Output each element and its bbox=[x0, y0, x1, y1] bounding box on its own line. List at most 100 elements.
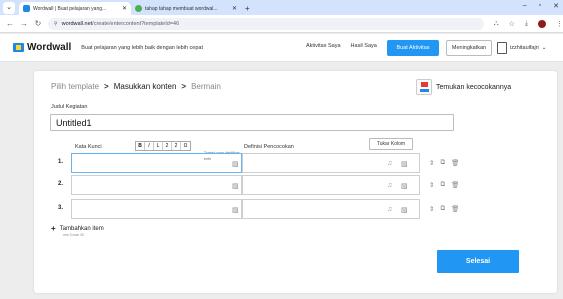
add-image-icon[interactable]: ▨ bbox=[401, 206, 408, 214]
minimize-icon[interactable]: – bbox=[523, 2, 527, 10]
tab-title: Wordwall | Buat pelajaran yang... bbox=[33, 5, 107, 12]
my-activities-link[interactable]: Aktivitas Saya bbox=[306, 43, 341, 49]
wordwall-logo-icon bbox=[13, 43, 24, 52]
duplicate-icon[interactable]: ⧉ bbox=[440, 205, 445, 213]
mic-icon[interactable]: ♫ bbox=[387, 160, 392, 167]
breadcrumb: Pilih template > Masukkan konten > Berma… bbox=[51, 82, 221, 91]
plus-icon: + bbox=[51, 224, 56, 233]
activity-title-input[interactable] bbox=[50, 114, 454, 131]
bold-button[interactable]: B bbox=[136, 142, 145, 150]
close-window-icon[interactable]: ✕ bbox=[553, 2, 559, 10]
keyword-column-header: Kata Kunci bbox=[75, 144, 102, 150]
my-results-link[interactable]: Hasil Saya bbox=[351, 43, 377, 49]
trash-icon[interactable]: 🗑 bbox=[451, 205, 459, 213]
back-icon[interactable]: ← bbox=[6, 19, 14, 28]
create-activity-button[interactable]: Buat Aktivitas bbox=[387, 40, 439, 56]
formatting-toolbar: B I L 2 2 Ω bbox=[135, 141, 191, 151]
special-characters-button[interactable]: Ω bbox=[181, 142, 190, 150]
template-indicator[interactable]: Temukan kecocokannya bbox=[416, 79, 511, 95]
translate-icon[interactable]: ⛬ bbox=[494, 20, 499, 28]
keyword-input[interactable]: ▨ bbox=[71, 199, 242, 219]
chevron-down-icon: ⌄ bbox=[541, 45, 547, 51]
list-item: 2. ▨ ♫ ▨ ⇕ ⧉ 🗑 bbox=[51, 175, 471, 196]
user-name: izzhitaulfajri bbox=[510, 45, 539, 51]
duplicate-icon[interactable]: ⧉ bbox=[440, 159, 445, 167]
header-tagline: Buat pelajaran yang lebih baik dengan le… bbox=[81, 44, 203, 51]
definition-input[interactable]: ♫ ▨ bbox=[242, 175, 420, 195]
reorder-icon[interactable]: ⇕ bbox=[429, 205, 434, 213]
row-number: 1. bbox=[58, 159, 64, 165]
match-up-template-icon bbox=[416, 79, 432, 95]
add-image-icon[interactable]: ▨ bbox=[401, 160, 408, 168]
add-image-icon[interactable]: ▨ bbox=[232, 182, 239, 190]
mic-icon[interactable]: ♫ bbox=[387, 206, 392, 213]
profile-avatar[interactable] bbox=[538, 19, 546, 28]
logo-text: Wordwall bbox=[27, 42, 72, 53]
duplicate-icon[interactable]: ⧉ bbox=[440, 181, 445, 189]
add-image-icon[interactable]: ▨ bbox=[232, 160, 239, 168]
wordwall-logo[interactable]: Wordwall bbox=[13, 42, 71, 53]
wordwall-favicon-icon bbox=[23, 5, 30, 12]
add-image-icon[interactable]: ▨ bbox=[232, 206, 239, 214]
add-image-icon[interactable]: ▨ bbox=[401, 182, 408, 190]
step-play: Bermain bbox=[191, 82, 221, 91]
list-item: 3. ▨ ♫ ▨ ⇕ ⧉ 🗑 bbox=[51, 199, 471, 220]
keyword-placeholder: entri bbox=[204, 157, 211, 161]
trash-icon[interactable]: 🗑 bbox=[451, 181, 459, 189]
row-number: 3. bbox=[58, 205, 64, 211]
done-button[interactable]: Selesai bbox=[437, 250, 519, 273]
trash-icon[interactable]: 🗑 bbox=[451, 159, 459, 167]
upgrade-button[interactable]: Meningkatkan bbox=[446, 40, 492, 56]
reorder-icon[interactable]: ⇕ bbox=[429, 181, 434, 189]
keyword-input[interactable]: entri ▨ bbox=[71, 153, 242, 173]
item-limit-hint: min 3 max 30 bbox=[63, 233, 85, 237]
content-editor-card: Pilih template > Masukkan konten > Berma… bbox=[34, 71, 557, 293]
toolbar-actions: ⛬ ☆ ⤓ ⋮ bbox=[494, 19, 563, 28]
new-tab-button[interactable]: + bbox=[245, 4, 250, 13]
add-item-label: Tambahkan item bbox=[59, 225, 104, 232]
add-item-button[interactable]: + Tambahkan item bbox=[51, 224, 104, 233]
row-actions: ⇕ ⧉ 🗑 bbox=[429, 205, 459, 213]
chevron-right-icon: > bbox=[181, 82, 187, 91]
tab-close-icon[interactable]: ✕ bbox=[122, 5, 127, 12]
list-item: 1. entri ▨ ♫ ▨ ⇕ ⧉ 🗑 bbox=[51, 153, 471, 174]
tab-search-icon[interactable]: ⌄ bbox=[3, 2, 15, 14]
browser-tab-strip: ⌄ Wordwall | Buat pelajaran yang... ✕ ta… bbox=[0, 0, 563, 15]
maximize-icon[interactable]: ▫ bbox=[539, 2, 541, 10]
subscript-button[interactable]: L bbox=[154, 142, 163, 150]
bookmark-star-icon[interactable]: ☆ bbox=[509, 20, 515, 28]
tab-title: tahap tahap membuat wordwal... bbox=[145, 5, 218, 12]
user-menu[interactable]: izzhitaulfajri ⌄ bbox=[497, 40, 557, 56]
browser-tab-search[interactable]: tahap tahap membuat wordwal... ✕ bbox=[131, 2, 241, 15]
url-domain: wordwall.net bbox=[61, 20, 93, 27]
browser-tab-wordwall[interactable]: Wordwall | Buat pelajaran yang... ✕ bbox=[19, 2, 131, 15]
user-avatar-icon bbox=[497, 42, 507, 54]
italic-button[interactable]: I bbox=[145, 142, 154, 150]
reload-icon[interactable]: ↻ bbox=[34, 19, 42, 28]
definition-input[interactable]: ♫ ▨ bbox=[242, 153, 420, 173]
browser-toolbar: ← → ↻ ⚲ wordwall.net /create/enterconten… bbox=[0, 15, 563, 33]
template-name: Temukan kecocokannya bbox=[436, 83, 512, 91]
window-controls: – ▫ ✕ bbox=[523, 2, 559, 10]
tab-close-icon[interactable]: ✕ bbox=[232, 5, 237, 12]
address-bar[interactable]: ⚲ wordwall.net /create/entercontent?temp… bbox=[47, 17, 484, 30]
superscript-alt-button[interactable]: 2 bbox=[172, 142, 181, 150]
swap-columns-button[interactable]: Tukar Kolom bbox=[369, 138, 413, 150]
download-icon[interactable]: ⤓ bbox=[525, 20, 528, 28]
keyword-input[interactable]: ▨ bbox=[71, 175, 242, 195]
row-actions: ⇕ ⧉ 🗑 bbox=[429, 159, 459, 167]
step-choose-template[interactable]: Pilih template bbox=[51, 82, 99, 91]
definition-input[interactable]: ♫ ▨ bbox=[242, 199, 420, 219]
reorder-icon[interactable]: ⇕ bbox=[429, 159, 434, 167]
superscript-button[interactable]: 2 bbox=[163, 142, 172, 150]
row-actions: ⇕ ⧉ 🗑 bbox=[429, 181, 459, 189]
step-enter-content: Masukkan konten bbox=[113, 82, 177, 91]
site-info-icon[interactable]: ⚲ bbox=[54, 21, 58, 27]
mic-icon[interactable]: ♫ bbox=[387, 182, 392, 189]
forward-icon[interactable]: → bbox=[20, 19, 28, 28]
header-nav: Aktivitas Saya Hasil Saya bbox=[306, 43, 377, 49]
more-menu-icon[interactable]: ⋮ bbox=[556, 20, 563, 28]
chevron-right-icon: > bbox=[104, 82, 109, 91]
url-path: /create/entercontent?templateId=46 bbox=[92, 20, 180, 27]
row-number: 2. bbox=[58, 181, 64, 187]
